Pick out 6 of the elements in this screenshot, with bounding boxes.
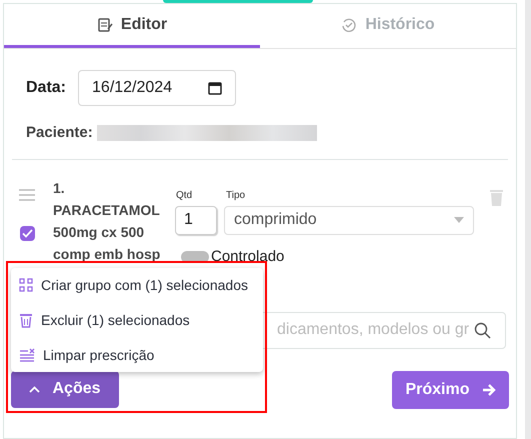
controlled-label: Controlado [211,246,284,266]
type-label: Tipo [226,188,246,202]
patient-label: Paciente: [26,123,93,143]
date-label: Data: [26,78,66,98]
medication-name: 1. PARACETAMOL 500mg cx 500 comp emb hosp [53,178,162,264]
quantity-label: Qtd [176,188,192,202]
